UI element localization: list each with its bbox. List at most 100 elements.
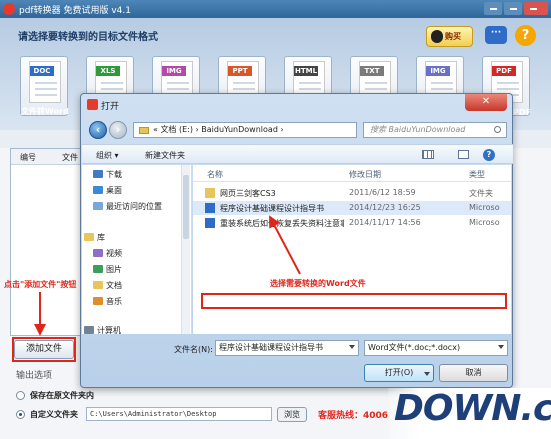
column-number[interactable]: 编号 <box>20 152 36 163</box>
chevron-down-icon[interactable] <box>498 345 504 349</box>
column-file[interactable]: 文件 <box>62 152 78 163</box>
nav-item[interactable]: 文档 <box>106 280 122 291</box>
app-title: pdf转换器 免费试用版 v4.1 <box>19 6 131 16</box>
nav-item[interactable]: 下载 <box>106 169 122 180</box>
file-column-header: 名称 修改日期 类型 <box>193 165 511 182</box>
buy-label: 购买 <box>445 32 461 41</box>
format-caption: PDF <box>513 108 531 117</box>
file-name: 网页三剑客CS3 <box>220 189 276 198</box>
navigation-scrollbar[interactable] <box>181 165 190 334</box>
column-modified-date[interactable]: 修改日期 <box>349 169 381 180</box>
watermark-logo: DOWN.cc <box>388 388 551 439</box>
filename-input[interactable]: 程序设计基础课程设计指导书 <box>215 340 359 356</box>
forward-button[interactable]: › <box>109 121 127 139</box>
help-button[interactable]: ? <box>515 25 536 46</box>
download-icon <box>93 170 103 178</box>
close-button[interactable] <box>524 2 548 15</box>
format-card-doc-0[interactable]: DOC 文件转Word <box>20 56 69 116</box>
file-type: Microso <box>469 218 500 227</box>
open-button[interactable]: 打开(O) <box>364 364 434 382</box>
file-type: 文件夹 <box>469 189 493 198</box>
file-list-table[interactable]: 编号 文件 <box>10 148 86 336</box>
save-original-folder-radio[interactable] <box>16 391 25 400</box>
format-tag: TXT <box>360 66 384 76</box>
file-date: 2014/12/23 16:25 <box>349 203 421 212</box>
format-tag: XLS <box>96 66 120 76</box>
format-tag: DOC <box>30 66 54 76</box>
file-date: 2014/11/17 14:56 <box>349 218 421 227</box>
chevron-down-icon[interactable] <box>424 372 430 376</box>
open-file-dialog: 打开 ✕ ‹ › « 文档 (E:) › BaiduYunDownload › … <box>80 93 513 388</box>
nav-item[interactable]: 计算机 <box>97 325 121 336</box>
document-icon <box>93 281 103 289</box>
file-row[interactable]: 网页三剑客CS3 2011/6/12 18:59 文件夹 <box>193 186 511 200</box>
address-path[interactable]: « 文档 (E:) › BaiduYunDownload › <box>153 125 284 134</box>
annotation-highlight-frame <box>201 293 507 309</box>
save-original-folder-label[interactable]: 保存在原文件夹内 <box>30 390 94 401</box>
chevron-down-icon[interactable] <box>349 345 355 349</box>
format-tag: PPT <box>228 66 252 76</box>
format-tag: PDF <box>492 66 516 76</box>
file-type-select[interactable]: Word文件(*.doc;*.docx) <box>364 340 508 356</box>
file-name: 程序设计基础课程设计指导书 <box>220 204 324 213</box>
file-row[interactable]: 重装系统后如何恢复丢失资料注意事项... 2014/11/17 14:56 Micr… <box>193 216 511 230</box>
view-options-icon[interactable] <box>422 150 434 159</box>
cancel-button[interactable]: 取消 <box>439 364 508 382</box>
library-icon <box>84 233 94 241</box>
file-row[interactable]: 程序设计基础课程设计指导书 2014/12/23 16:25 Microso <box>193 201 511 215</box>
search-input[interactable]: 搜索 BaiduYunDownload <box>363 122 507 138</box>
filename-label: 文件名(N): <box>174 345 213 354</box>
format-prompt: 请选择要转换到的目标文件格式 <box>18 32 158 43</box>
command-bar: 组织 ▾ 新建文件夹 ? <box>82 144 513 164</box>
annotation-add-file-frame <box>12 337 76 362</box>
nav-item[interactable]: 图片 <box>106 264 122 275</box>
format-caption: 文件转Word <box>21 107 69 116</box>
scroll-thumb[interactable] <box>183 175 189 239</box>
column-name[interactable]: 名称 <box>207 169 223 180</box>
nav-item[interactable]: 音乐 <box>106 296 122 307</box>
document-icon: DOC <box>29 61 61 103</box>
video-icon <box>93 249 103 257</box>
qq-penguin-icon <box>431 30 443 43</box>
dialog-title: 打开 <box>101 102 120 112</box>
help-icon[interactable]: ? <box>483 149 495 161</box>
support-hotline: 客服热线：4006 <box>318 411 389 421</box>
file-date: 2011/6/12 18:59 <box>349 188 416 197</box>
watermark-text: DOWN.cc <box>394 388 551 429</box>
back-button[interactable]: ‹ <box>89 121 107 139</box>
music-icon <box>93 297 103 305</box>
organize-menu[interactable]: 组织 ▾ <box>96 150 119 161</box>
nav-item[interactable]: 库 <box>97 232 105 243</box>
computer-icon <box>84 326 94 334</box>
output-path-input[interactable]: C:\Users\Administrator\Desktop <box>86 407 272 421</box>
maximize-button[interactable] <box>504 2 522 15</box>
new-folder-button[interactable]: 新建文件夹 <box>145 150 185 161</box>
custom-folder-label[interactable]: 自定义文件夹 <box>30 409 78 420</box>
filename-value: 程序设计基础课程设计指导书 <box>219 343 323 352</box>
minimize-button[interactable] <box>484 2 502 15</box>
preview-pane-icon[interactable] <box>458 150 469 159</box>
annotation-select-word: 选择需要转换的Word文件 <box>270 279 366 288</box>
nav-item[interactable]: 最近访问的位置 <box>106 201 162 212</box>
custom-folder-radio[interactable] <box>16 410 25 419</box>
recent-places-icon <box>93 202 103 210</box>
picture-icon <box>93 265 103 273</box>
column-type[interactable]: 类型 <box>469 169 485 180</box>
word-document-icon <box>205 203 215 213</box>
buy-button[interactable]: 购买 <box>426 26 473 47</box>
address-bar[interactable]: « 文档 (E:) › BaiduYunDownload › ▾ <box>133 122 402 138</box>
chat-button[interactable]: ··· <box>485 26 507 44</box>
file-type: Microso <box>469 203 500 212</box>
navigation-pane: 下载桌面最近访问的位置库视频图片文档音乐计算机 <box>82 165 192 336</box>
search-icon[interactable] <box>494 126 501 133</box>
output-options-label: 输出选项 <box>16 371 53 381</box>
format-tag: IMG <box>426 66 450 76</box>
dialog-close-button[interactable]: ✕ <box>465 94 507 111</box>
search-placeholder: 搜索 BaiduYunDownload <box>370 125 466 134</box>
open-label: 打开(O) <box>384 368 414 377</box>
nav-item[interactable]: 视频 <box>106 248 122 259</box>
browse-button[interactable]: 浏览 <box>277 407 307 422</box>
app-logo-icon <box>3 3 15 15</box>
desktop-icon <box>93 186 103 194</box>
nav-item[interactable]: 桌面 <box>106 185 122 196</box>
